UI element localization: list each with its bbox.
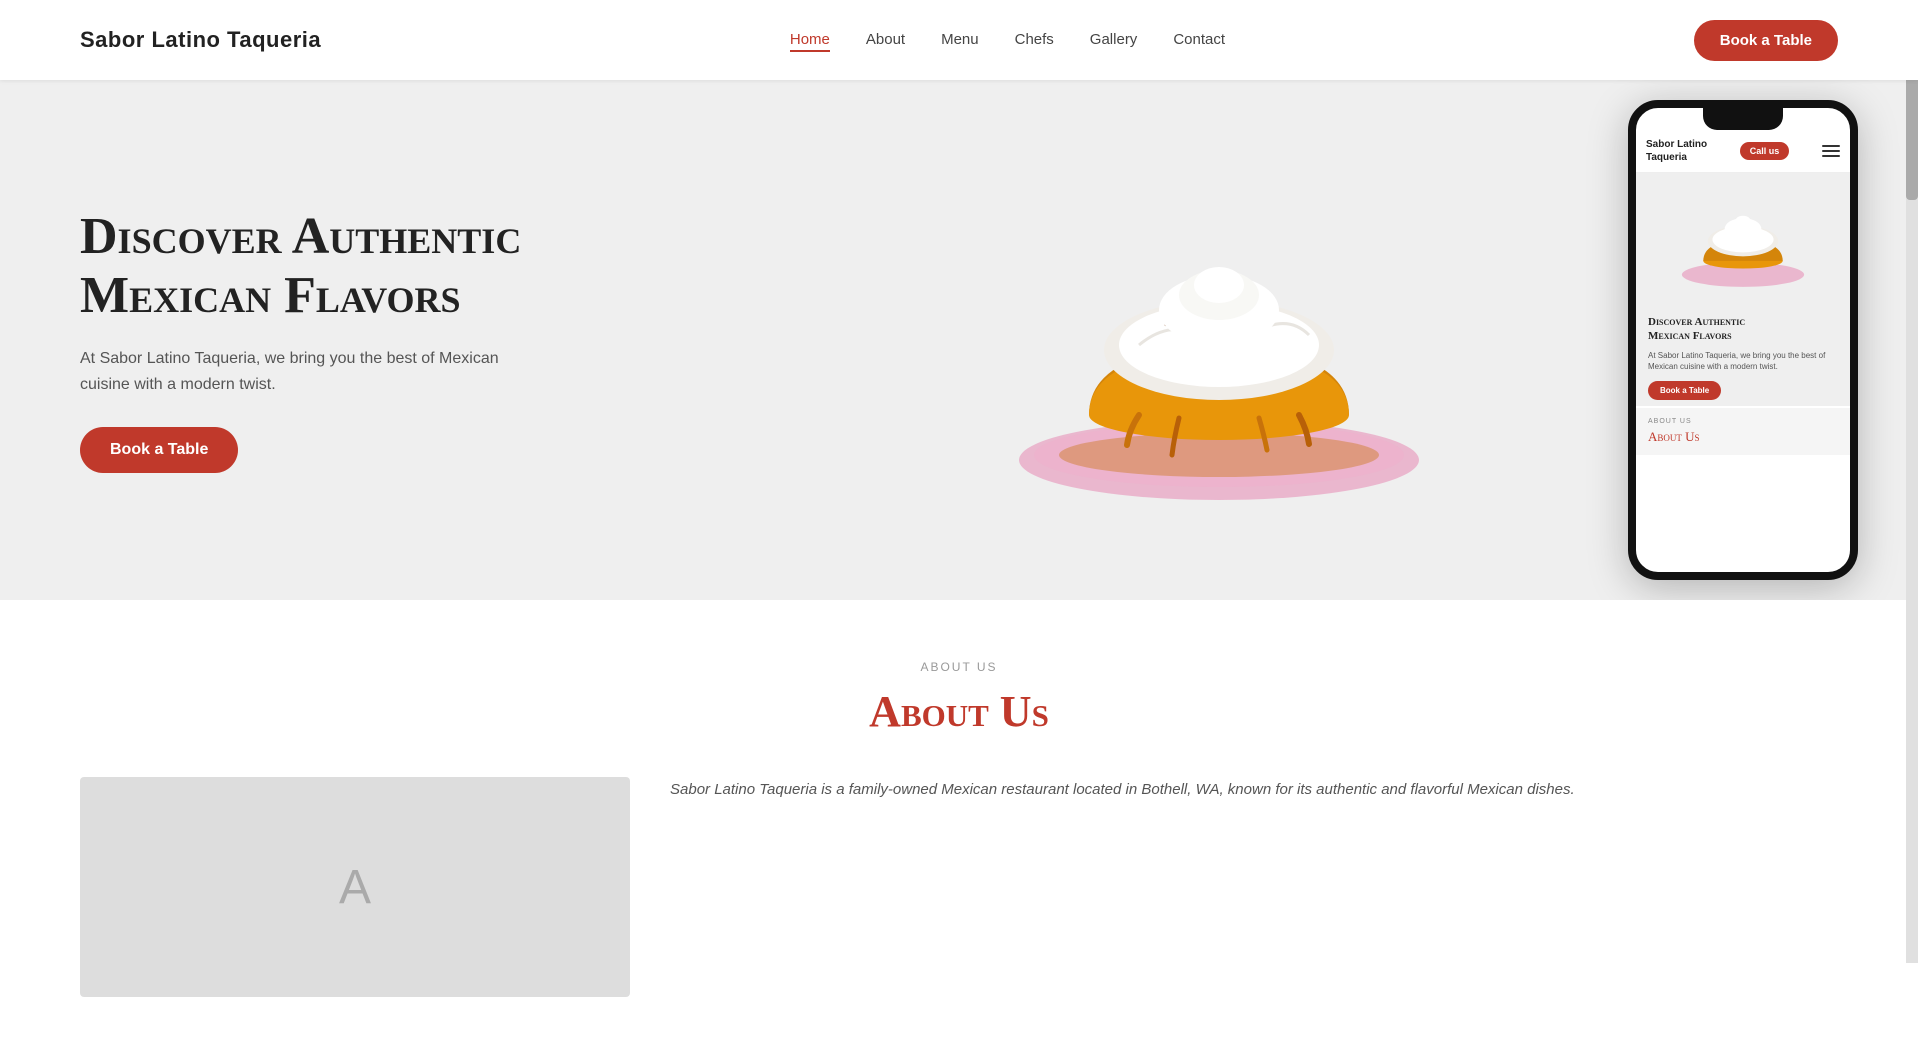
about-image: A — [80, 777, 630, 997]
nav-item-menu[interactable]: Menu — [941, 31, 979, 49]
hero-book-button[interactable]: Book a Table — [80, 427, 238, 473]
mockup-header: Sabor Latino Taqueria Call us — [1636, 130, 1850, 173]
mockup-hamburger-icon[interactable] — [1822, 145, 1840, 157]
main-nav: Home About Menu Chefs Gallery Contact — [790, 31, 1225, 49]
header-book-button[interactable]: Book a Table — [1694, 20, 1838, 61]
flan-svg — [1009, 160, 1429, 520]
mockup-content: Discover Authentic Mexican Flavors At Sa… — [1636, 303, 1850, 406]
nav-link-home[interactable]: Home — [790, 31, 830, 52]
scrollbar[interactable] — [1906, 0, 1918, 963]
mockup-about-label: About Us — [1648, 418, 1838, 425]
about-label: About Us — [80, 660, 1838, 674]
about-title: About Us — [80, 686, 1838, 737]
nav-item-chefs[interactable]: Chefs — [1015, 31, 1054, 49]
mockup-hero-desc: At Sabor Latino Taqueria, we bring you t… — [1648, 350, 1838, 372]
nav-item-home[interactable]: Home — [790, 31, 830, 49]
hero-content: Discover Authentic Mexican Flavors At Sa… — [80, 207, 600, 474]
mockup-flan-area — [1636, 173, 1850, 303]
mockup-book-button[interactable]: Book a Table — [1648, 381, 1721, 400]
header: Sabor Latino Taqueria Home About Menu Ch… — [0, 0, 1918, 80]
about-image-letter: A — [339, 860, 371, 915]
nav-link-chefs[interactable]: Chefs — [1015, 31, 1054, 48]
mockup-hero-title: Discover Authentic Mexican Flavors — [1648, 315, 1838, 344]
nav-item-gallery[interactable]: Gallery — [1090, 31, 1138, 49]
nav-list: Home About Menu Chefs Gallery Contact — [790, 31, 1225, 49]
hero-section: Discover Authentic Mexican Flavors At Sa… — [0, 80, 1918, 600]
hero-title-line1: Discover Authentic — [80, 208, 521, 265]
hero-image-area: Sabor Latino Taqueria Call us — [600, 140, 1838, 540]
hero-title-line2: Mexican Flavors — [80, 267, 461, 324]
mockup-about-title: About Us — [1648, 429, 1838, 445]
nav-link-gallery[interactable]: Gallery — [1090, 31, 1138, 48]
site-logo: Sabor Latino Taqueria — [80, 27, 321, 53]
mockup-logo: Sabor Latino Taqueria — [1646, 138, 1707, 164]
about-section: About Us About Us A Sabor Latino Taqueri… — [0, 600, 1918, 1037]
mockup-call-button[interactable]: Call us — [1740, 142, 1790, 160]
mockup-flan-svg — [1678, 183, 1808, 293]
about-content: A Sabor Latino Taqueria is a family-owne… — [80, 777, 1838, 997]
nav-link-about[interactable]: About — [866, 31, 905, 48]
flan-image — [1009, 160, 1429, 520]
nav-item-about[interactable]: About — [866, 31, 905, 49]
mobile-mockup: Sabor Latino Taqueria Call us — [1628, 100, 1858, 580]
mockup-logo-line2: Taqueria — [1646, 152, 1687, 163]
nav-link-contact[interactable]: Contact — [1173, 31, 1225, 48]
mockup-logo-line1: Sabor Latino — [1646, 139, 1707, 150]
mockup-about-section: About Us About Us — [1636, 408, 1850, 455]
mockup-title-line2: Mexican Flavors — [1648, 330, 1732, 342]
nav-link-menu[interactable]: Menu — [941, 31, 979, 48]
mockup-notch — [1703, 108, 1783, 130]
hero-description: At Sabor Latino Taqueria, we bring you t… — [80, 346, 500, 397]
hero-title: Discover Authentic Mexican Flavors — [80, 207, 600, 327]
mockup-title-line1: Discover Authentic — [1648, 316, 1745, 328]
about-body-text: Sabor Latino Taqueria is a family-owned … — [670, 777, 1838, 803]
nav-item-contact[interactable]: Contact — [1173, 31, 1225, 49]
